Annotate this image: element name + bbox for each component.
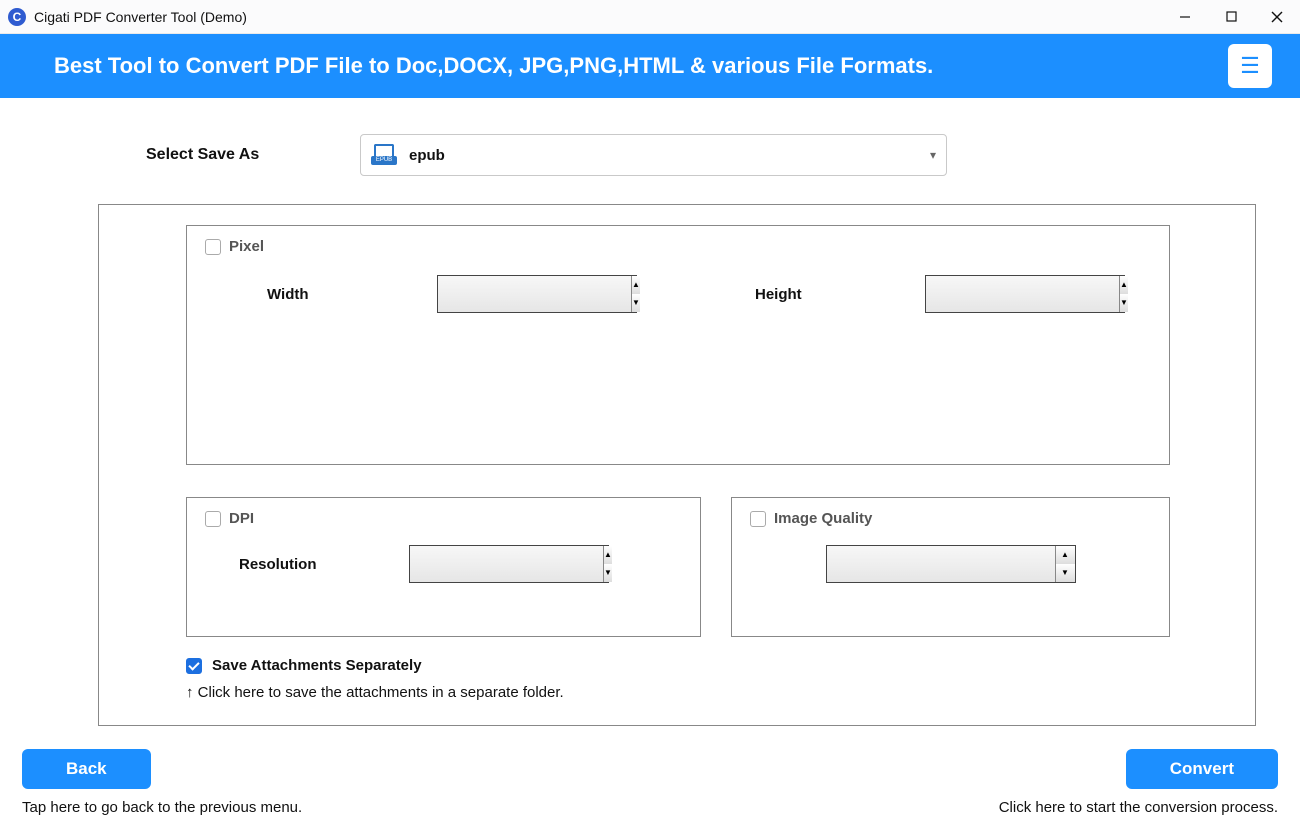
dpi-checkbox[interactable]: [205, 511, 221, 527]
banner-headline: Best Tool to Convert PDF File to Doc,DOC…: [54, 53, 1228, 79]
minimize-button[interactable]: [1162, 0, 1208, 34]
height-input[interactable]: [926, 276, 1119, 312]
save-attachments-hint: ↑ Click here to save the attachments in …: [186, 684, 1233, 701]
save-as-dropdown[interactable]: EPUB epub ▾: [360, 134, 947, 176]
window-titlebar: C Cigati PDF Converter Tool (Demo): [0, 0, 1300, 34]
resolution-label: Resolution: [239, 556, 409, 573]
resolution-input[interactable]: [410, 546, 603, 582]
width-spin-down[interactable]: ▼: [632, 294, 640, 312]
footer: Back Convert Tap here to go back to the …: [0, 749, 1300, 828]
maximize-button[interactable]: [1208, 0, 1254, 34]
image-quality-group: Image Quality ▲ ▼: [731, 497, 1170, 637]
height-label: Height: [755, 286, 925, 303]
image-quality-input[interactable]: [827, 546, 1055, 582]
height-spinner[interactable]: ▲ ▼: [925, 275, 1125, 313]
resolution-spin-down[interactable]: ▼: [604, 564, 612, 582]
dpi-checkbox-label: DPI: [229, 510, 254, 527]
save-as-value: epub: [409, 147, 445, 164]
epub-icon: EPUB: [371, 144, 397, 166]
save-attachments-checkbox[interactable]: [186, 658, 202, 674]
hamburger-menu-button[interactable]: ☰: [1228, 44, 1272, 88]
select-save-as-label: Select Save As: [146, 146, 360, 164]
image-quality-spin-up[interactable]: ▲: [1056, 546, 1075, 564]
window-title: Cigati PDF Converter Tool (Demo): [34, 9, 247, 25]
close-button[interactable]: [1254, 0, 1300, 34]
app-banner: Best Tool to Convert PDF File to Doc,DOC…: [0, 34, 1300, 98]
pixel-checkbox[interactable]: [205, 239, 221, 255]
convert-hint: Click here to start the conversion proce…: [999, 799, 1278, 816]
image-quality-checkbox-label: Image Quality: [774, 510, 872, 527]
image-quality-spinner[interactable]: ▲ ▼: [826, 545, 1076, 583]
width-input[interactable]: [438, 276, 631, 312]
pixel-group: Pixel Width ▲ ▼ Height: [186, 225, 1170, 465]
chevron-down-icon: ▾: [930, 148, 936, 162]
height-spin-up[interactable]: ▲: [1120, 276, 1128, 294]
app-icon: C: [8, 8, 26, 26]
image-quality-spin-down[interactable]: ▼: [1056, 564, 1075, 582]
options-panel: Pixel Width ▲ ▼ Height: [98, 204, 1256, 726]
image-quality-checkbox[interactable]: [750, 511, 766, 527]
dpi-group: DPI Resolution ▲ ▼: [186, 497, 701, 637]
width-spinner[interactable]: ▲ ▼: [437, 275, 637, 313]
width-label: Width: [267, 286, 437, 303]
window-controls: [1162, 0, 1300, 34]
resolution-spin-up[interactable]: ▲: [604, 546, 612, 564]
height-spin-down[interactable]: ▼: [1120, 294, 1128, 312]
width-spin-up[interactable]: ▲: [632, 276, 640, 294]
back-hint: Tap here to go back to the previous menu…: [22, 799, 302, 816]
resolution-spinner[interactable]: ▲ ▼: [409, 545, 609, 583]
pixel-checkbox-label: Pixel: [229, 238, 264, 255]
back-button[interactable]: Back: [22, 749, 151, 789]
save-attachments-label: Save Attachments Separately: [212, 657, 422, 674]
convert-button[interactable]: Convert: [1126, 749, 1278, 789]
